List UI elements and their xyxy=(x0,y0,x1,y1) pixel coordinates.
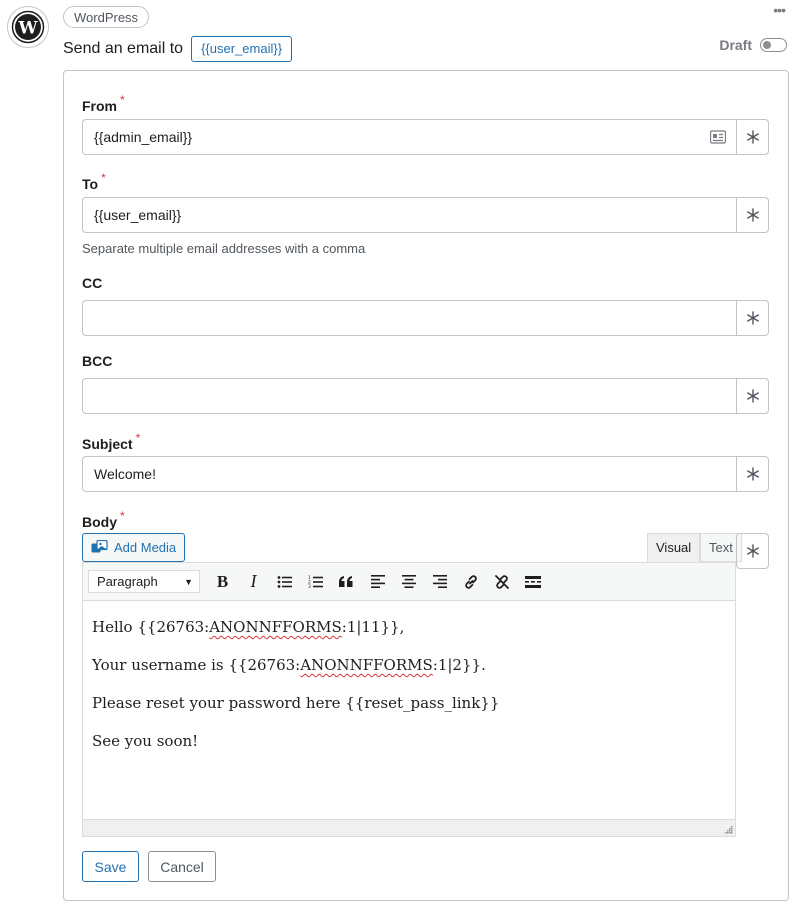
asterisk-icon xyxy=(746,208,759,222)
required-marker: * xyxy=(101,171,106,185)
align-center-icon[interactable] xyxy=(394,568,423,596)
body-line: Hello {{26763:ANONNFFORMS:1|11}}, xyxy=(92,618,405,636)
svg-text:3: 3 xyxy=(308,584,311,589)
align-right-icon[interactable] xyxy=(425,568,454,596)
tab-visual[interactable]: Visual xyxy=(647,533,701,562)
body-token-button[interactable] xyxy=(736,533,769,569)
asterisk-icon xyxy=(746,544,759,558)
add-media-label: Add Media xyxy=(114,540,177,555)
bcc-token-button[interactable] xyxy=(736,378,769,414)
body-editor: Paragraph ▼ B I 123 Hello {{26763:ANONNF… xyxy=(82,562,736,837)
format-select[interactable]: Paragraph ▼ xyxy=(88,570,200,593)
subject-token-button[interactable] xyxy=(736,456,769,492)
bold-icon[interactable]: B xyxy=(208,568,237,596)
asterisk-icon xyxy=(746,130,759,144)
wordpress-logo: W xyxy=(7,6,49,48)
from-label: From * xyxy=(82,93,125,114)
required-marker: * xyxy=(120,509,125,523)
from-field[interactable]: {{admin_email}} xyxy=(82,119,736,155)
bullet-list-icon[interactable] xyxy=(270,568,299,596)
cc-token-button[interactable] xyxy=(736,300,769,336)
action-title: Send an email to {{user_email}} xyxy=(63,35,293,62)
cc-field-row xyxy=(82,300,769,336)
spellcheck-word: ANONNFFORMS xyxy=(209,618,342,636)
subject-field[interactable]: Welcome! xyxy=(82,456,736,492)
body-label: Body * xyxy=(82,509,125,530)
wordpress-icon: W xyxy=(11,10,45,44)
dropdown-arrow-icon: ▼ xyxy=(184,576,193,587)
to-label: To * xyxy=(82,171,106,192)
bcc-field[interactable] xyxy=(82,378,736,414)
draft-toggle[interactable] xyxy=(760,38,787,52)
draft-label: Draft xyxy=(719,37,752,53)
asterisk-icon xyxy=(746,311,759,325)
media-icon xyxy=(91,540,108,553)
numbered-list-icon[interactable]: 123 xyxy=(301,568,330,596)
link-icon[interactable] xyxy=(456,568,485,596)
required-marker: * xyxy=(135,431,141,445)
body-line: Please reset your password here {{reset_… xyxy=(92,694,500,712)
asterisk-icon xyxy=(746,389,759,403)
bcc-field-row xyxy=(82,378,769,414)
from-token-button[interactable] xyxy=(736,119,769,155)
italic-icon[interactable]: I xyxy=(239,568,268,596)
from-field-row: {{admin_email}} xyxy=(82,119,769,155)
to-field[interactable]: {{user_email}} xyxy=(82,197,736,233)
body-line: See you soon! xyxy=(92,732,199,750)
to-field-row: {{user_email}} xyxy=(82,197,769,233)
editor-statusbar xyxy=(83,819,735,836)
editor-toolbar: Paragraph ▼ B I 123 xyxy=(83,563,735,601)
svg-text:W: W xyxy=(17,19,38,39)
unlink-icon[interactable] xyxy=(487,568,516,596)
subject-label: Subject * xyxy=(82,431,141,452)
save-button[interactable]: Save xyxy=(82,851,139,882)
more-options-icon[interactable]: ••• xyxy=(773,2,786,18)
to-token-button[interactable] xyxy=(736,197,769,233)
action-card: From * {{admin_email}} To * {{user_email}} xyxy=(63,70,789,901)
from-value: {{admin_email}} xyxy=(94,129,193,145)
required-marker: * xyxy=(120,93,125,107)
cancel-button[interactable]: Cancel xyxy=(148,851,216,882)
subject-value: Welcome! xyxy=(94,466,156,482)
align-left-icon[interactable] xyxy=(363,568,392,596)
id-card-icon[interactable] xyxy=(709,130,727,147)
to-help-text: Separate multiple email addresses with a… xyxy=(82,241,366,256)
subject-field-row: Welcome! xyxy=(82,456,769,492)
resize-handle-icon[interactable] xyxy=(724,825,733,834)
spellcheck-word: ANONNFFORMS xyxy=(300,656,433,674)
action-prefix: Send an email to xyxy=(63,39,184,57)
blockquote-icon[interactable] xyxy=(332,568,361,596)
action-token-pill[interactable]: {{user_email}} xyxy=(191,35,293,62)
to-value: {{user_email}} xyxy=(94,207,182,223)
format-value: Paragraph xyxy=(97,574,158,589)
editor-content[interactable]: Hello {{26763:ANONNFFORMS:1|11}}, Your u… xyxy=(83,601,735,818)
integration-badge: WordPress xyxy=(63,6,150,28)
cc-field[interactable] xyxy=(82,300,736,336)
asterisk-icon xyxy=(746,467,759,481)
draft-status: Draft xyxy=(719,37,787,53)
read-more-icon[interactable] xyxy=(518,568,547,596)
body-line: Your username is {{26763:ANONNFFORMS:1|2… xyxy=(92,656,486,674)
add-media-button[interactable]: Add Media xyxy=(82,533,186,562)
bcc-label: BCC xyxy=(82,353,113,369)
cc-label: CC xyxy=(82,275,103,291)
